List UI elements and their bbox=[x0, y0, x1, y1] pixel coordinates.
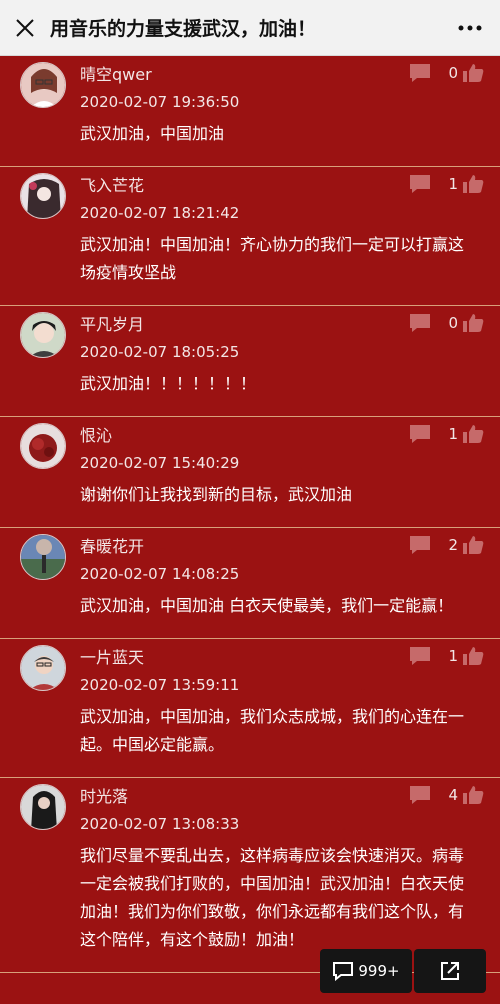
like-count: 0 bbox=[448, 64, 458, 82]
reply-icon[interactable] bbox=[408, 534, 432, 556]
comment-item: 一片蓝天 2020-02-07 13:59:11 武汉加油，中国加油，我们众志成… bbox=[0, 639, 500, 778]
comment-count: 999+ bbox=[358, 962, 400, 980]
like-count: 0 bbox=[448, 314, 458, 332]
like-count: 4 bbox=[448, 786, 458, 804]
like-count: 1 bbox=[448, 647, 458, 665]
comment-item: 春暖花开 2020-02-07 14:08:25 武汉加油，中国加油 白衣天使最… bbox=[0, 528, 500, 639]
comment-item: 时光落 2020-02-07 13:08:33 我们尽量不要乱出去，这样病毒应该… bbox=[0, 778, 500, 973]
page-title: 用音乐的力量支援武汉，加油！ bbox=[50, 18, 317, 40]
comment-content: 武汉加油！！！！！！！ bbox=[80, 374, 257, 393]
comment-item: 飞入芒花 2020-02-07 18:21:42 武汉加油！中国加油！齐心协力的… bbox=[0, 167, 500, 306]
close-icon bbox=[16, 18, 34, 37]
avatar[interactable] bbox=[20, 173, 66, 219]
comment-actions: 2 bbox=[408, 534, 484, 556]
comment-time: 2020-02-07 13:08:33 bbox=[80, 815, 240, 833]
comment-content: 武汉加油！中国加油！齐心协力的我们一定可以打赢这场疫情攻坚战 bbox=[80, 235, 465, 282]
like-icon[interactable] bbox=[462, 424, 484, 444]
avatar[interactable] bbox=[20, 423, 66, 469]
like-icon[interactable] bbox=[462, 535, 484, 555]
reply-icon[interactable] bbox=[408, 173, 432, 195]
comment-content: 谢谢你们让我找到新的目标，武汉加油 bbox=[80, 485, 353, 504]
comment-actions: 4 bbox=[408, 784, 484, 806]
like-count: 1 bbox=[448, 175, 458, 193]
like-icon[interactable] bbox=[462, 313, 484, 333]
reply-icon[interactable] bbox=[408, 62, 432, 84]
avatar[interactable] bbox=[20, 312, 66, 358]
reply-icon[interactable] bbox=[408, 423, 432, 445]
comment-content: 武汉加油，中国加油 bbox=[80, 124, 225, 143]
reply-icon[interactable] bbox=[408, 784, 432, 806]
comment-list: 晴空qwer 2020-02-07 19:36:50 武汉加油，中国加油 0 飞… bbox=[0, 56, 500, 973]
comment-content: 武汉加油，中国加油 白衣天使最美，我们一定能赢！ bbox=[80, 596, 454, 615]
comment-icon bbox=[333, 962, 354, 981]
comment-time: 2020-02-07 13:59:11 bbox=[80, 676, 240, 694]
like-icon[interactable] bbox=[462, 63, 484, 83]
share-icon bbox=[441, 962, 459, 980]
reply-icon[interactable] bbox=[408, 645, 432, 667]
comment-item: 晴空qwer 2020-02-07 19:36:50 武汉加油，中国加油 0 bbox=[0, 56, 500, 167]
avatar[interactable] bbox=[20, 62, 66, 108]
comment-time: 2020-02-07 15:40:29 bbox=[80, 454, 240, 472]
comment-actions: 1 bbox=[408, 645, 484, 667]
comment-actions: 0 bbox=[408, 62, 484, 84]
comment-actions: 1 bbox=[408, 173, 484, 195]
more-button[interactable] bbox=[440, 0, 500, 56]
close-button[interactable] bbox=[0, 0, 50, 56]
reply-icon[interactable] bbox=[408, 312, 432, 334]
comment-item: 恨沁 2020-02-07 15:40:29 谢谢你们让我找到新的目标，武汉加油… bbox=[0, 417, 500, 528]
like-icon[interactable] bbox=[462, 646, 484, 666]
comment-time: 2020-02-07 18:05:25 bbox=[80, 343, 240, 361]
comment-time: 2020-02-07 19:36:50 bbox=[80, 93, 240, 111]
top-bar: 用音乐的力量支援武汉，加油！ bbox=[0, 0, 500, 56]
comment-item: 平凡岁月 2020-02-07 18:05:25 武汉加油！！！！！！！ 0 bbox=[0, 306, 500, 417]
comment-actions: 1 bbox=[408, 423, 484, 445]
avatar[interactable] bbox=[20, 534, 66, 580]
like-count: 1 bbox=[448, 425, 458, 443]
like-icon[interactable] bbox=[462, 174, 484, 194]
comment-time: 2020-02-07 18:21:42 bbox=[80, 204, 240, 222]
comment-actions: 0 bbox=[408, 312, 484, 334]
like-count: 2 bbox=[448, 536, 458, 554]
avatar[interactable] bbox=[20, 645, 66, 691]
more-icon bbox=[458, 25, 482, 30]
avatar[interactable] bbox=[20, 784, 66, 830]
comment-content: 武汉加油，中国加油，我们众志成城，我们的心连在一起。中国必定能赢。 bbox=[80, 707, 465, 754]
floating-action-bar: 999+ bbox=[320, 949, 486, 993]
comments-button[interactable]: 999+ bbox=[320, 949, 412, 993]
share-button[interactable] bbox=[414, 949, 486, 993]
comment-content: 我们尽量不要乱出去，这样病毒应该会快速消灭。病毒一定会被我们打败的，中国加油！武… bbox=[80, 846, 465, 949]
like-icon[interactable] bbox=[462, 785, 484, 805]
comment-time: 2020-02-07 14:08:25 bbox=[80, 565, 240, 583]
